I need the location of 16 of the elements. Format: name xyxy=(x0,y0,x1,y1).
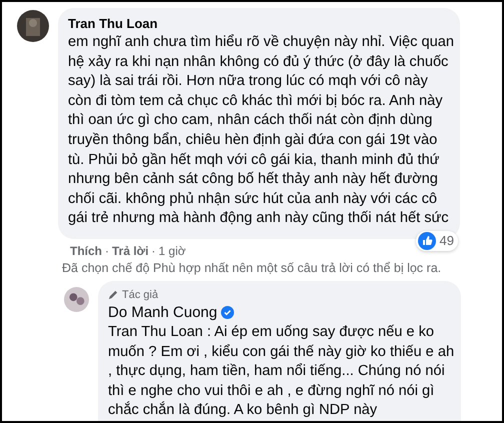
reply-text: Tran Thu Loan : Ai ép em uống say được nếu e ko muốn ? Em ơi , kiểu con gái thế này giờ ko thiếu e ah , thực dụng, ham tiền, ham nổi tiếng... Chúng nó nói thì e nghe cho vui thôi e ah , e đừng nghĩ nó nói gì chắc chắn là đúng. A ko bênh gì NDP này xyxy=(108,322,455,420)
comment-author[interactable]: Tran Thu Loan xyxy=(68,16,454,31)
reaction-count[interactable]: 49 xyxy=(416,230,458,251)
reply-author[interactable]: Do Manh Cuong xyxy=(108,304,218,321)
like-icon xyxy=(418,232,436,250)
action-link[interactable]: Trả lời xyxy=(112,244,149,258)
filter-note: Đã chọn chế độ Phù hợp nhất nên một số câu trả lời có thể bị lọc ra. xyxy=(62,260,442,275)
pencil-icon xyxy=(108,289,119,300)
separator-dot: · xyxy=(105,244,109,258)
avatar[interactable] xyxy=(17,10,49,42)
separator-dot: · xyxy=(152,244,156,258)
comment-time: 1 giờ xyxy=(158,244,186,258)
author-label: Tác giả xyxy=(122,288,158,301)
comment-text: em nghĩ anh chưa tìm hiểu rõ về chuyện này nhỉ. Việc quan hệ xảy ra khi nạn nhân không có đủ ý thức (ở đây là chuốc say) là sai trái rồi. Hơn nữa trong lúc có mqh với cô này còn đi tòm tem cả chục cô khác thì mới bị bóc ra. Anh này thì oan ức gì cho cam, nhân cách thối nát còn định dùng truyền thông bẩn, chiêu hèn định gài đứa con gái 19t vào tù. Phủi bỏ gần hết mqh với cô gái kia, thanh minh đủ thứ nhưng bên cảnh sát công bố hết thảy anh này hết đường chối cãi. không phủ nhận sức hút của anh này với các cô gái trẻ nhưng mà hành động anh này cũng thối nát hết sức xyxy=(68,33,454,228)
avatar[interactable] xyxy=(64,286,89,312)
action-link[interactable]: Thích xyxy=(70,244,102,258)
